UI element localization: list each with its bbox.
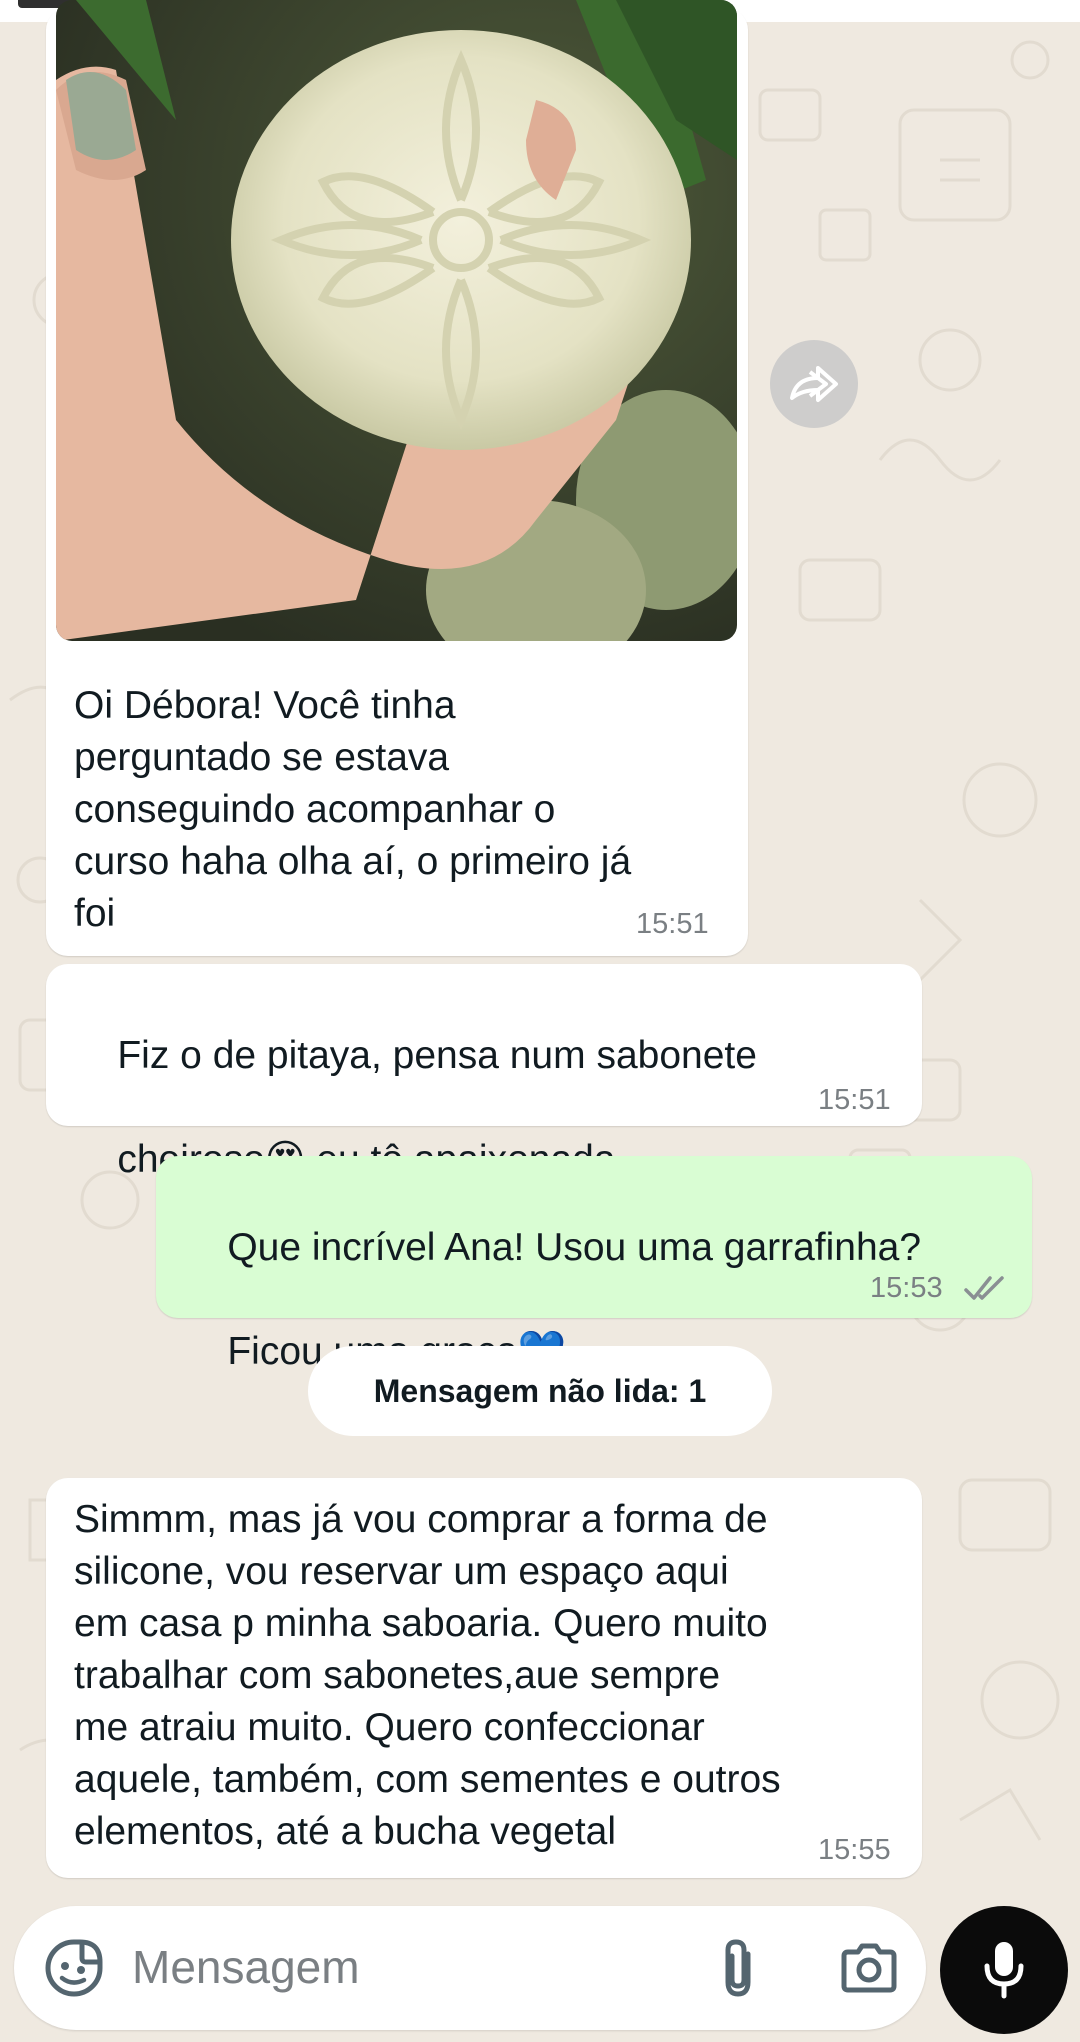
message-bubble-incoming[interactable]: Simmm, mas já vou comprar a forma de sil…	[46, 1478, 922, 1878]
camera-icon[interactable]	[840, 1942, 898, 1994]
message-bubble-incoming[interactable]: Fiz o de pitaya, pensa num sabonete chei…	[46, 964, 922, 1181]
soap-photo	[56, 0, 737, 641]
forward-button[interactable]	[770, 340, 858, 428]
message-input[interactable]: Mensagem	[132, 1940, 360, 1994]
message-line: Que incrível Ana! Usou uma garrafinha?	[227, 1226, 922, 1269]
voice-message-button[interactable]	[940, 1906, 1068, 2034]
double-check-icon	[964, 1276, 1004, 1300]
message-time: 15:53	[870, 1272, 943, 1304]
attach-icon[interactable]	[718, 1936, 758, 2000]
message-time: 15:55	[818, 1834, 891, 1866]
message-time: 15:51	[818, 1084, 891, 1116]
message-photo[interactable]	[56, 0, 737, 641]
message-bubble-outgoing[interactable]: Que incrível Ana! Usou uma garrafinha? F…	[156, 1156, 1032, 1373]
sticker-icon[interactable]	[44, 1938, 104, 1998]
message-text: Simmm, mas já vou comprar a forma de sil…	[74, 1498, 781, 1853]
message-bubble-incoming-image[interactable]: Oi Débora! Você tinha perguntado se esta…	[46, 0, 748, 956]
unread-messages-divider: Mensagem não lida: 1	[308, 1346, 772, 1436]
message-line: Fiz o de pitaya, pensa num sabonete	[117, 1034, 757, 1077]
forward-icon	[790, 366, 838, 402]
message-text: Oi Débora! Você tinha perguntado se esta…	[74, 684, 632, 935]
mic-icon	[984, 1942, 1024, 1999]
message-time: 15:51	[636, 908, 709, 940]
message-composer[interactable]: Mensagem	[14, 1906, 926, 2030]
